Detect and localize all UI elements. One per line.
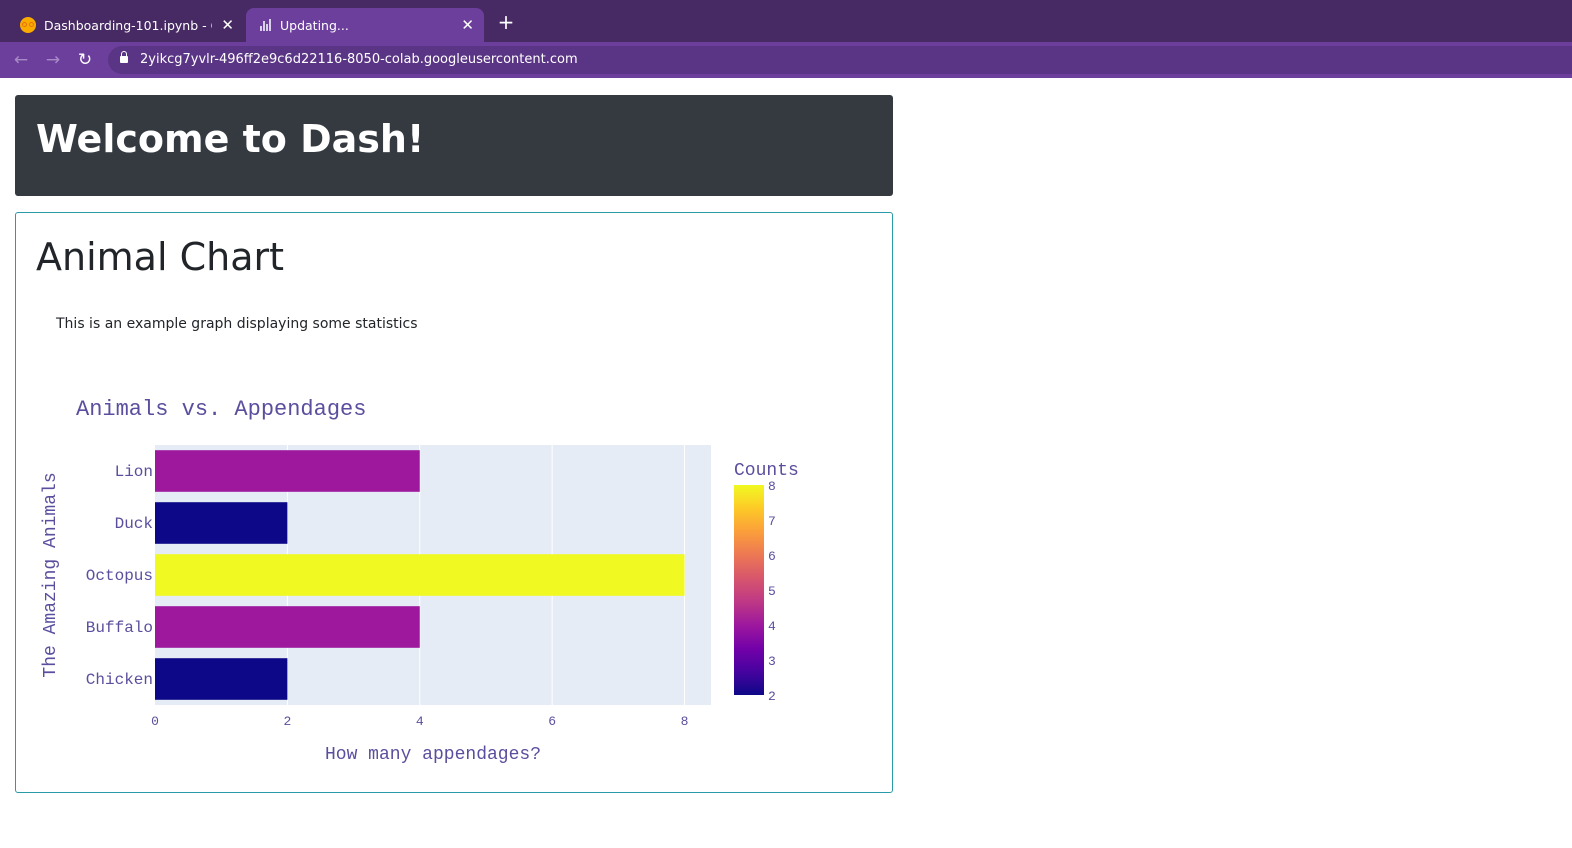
x-tick-labels: 0 2 4 6 8 — [151, 714, 688, 729]
x-tick-label: 2 — [283, 714, 291, 729]
y-tick-label: Duck — [115, 515, 153, 533]
bar-octopus[interactable] — [155, 554, 685, 596]
chart-title: Animals vs. Appendages — [76, 397, 366, 422]
bar-buffalo[interactable] — [155, 606, 420, 648]
x-tick-label: 6 — [548, 714, 556, 729]
y-tick-label: Chicken — [86, 671, 153, 689]
colorbar-tick-label: 7 — [768, 514, 776, 529]
new-tab-plus-icon[interactable]: + — [496, 12, 516, 32]
x-tick-label: 8 — [681, 714, 689, 729]
page-title: Welcome to Dash! — [36, 117, 425, 161]
browser-tab-strip: Dashboarding-101.ipynb - Colab ✕ Updatin… — [0, 0, 1572, 42]
lock-icon — [120, 51, 128, 63]
colorbar-tick-label: 8 — [768, 479, 776, 494]
x-tick-label: 4 — [416, 714, 424, 729]
chart-card: Animal Chart This is an example graph di… — [15, 212, 893, 793]
reload-icon[interactable]: ↻ — [75, 50, 95, 70]
card-description: This is an example graph displaying some… — [56, 316, 418, 332]
colorbar — [734, 485, 764, 695]
x-tick-label: 0 — [151, 714, 159, 729]
colorbar-tick-label: 3 — [768, 654, 776, 669]
bar-duck[interactable] — [155, 502, 288, 544]
y-tick-label: Octopus — [86, 567, 153, 585]
colorbar-title: Counts — [734, 461, 799, 481]
browser-toolbar: ← → ↻ 2yikcg7yvlr-496ff2e9c6d22116-8050-… — [0, 42, 1572, 78]
address-bar[interactable]: 2yikcg7yvlr-496ff2e9c6d22116-8050-colab.… — [108, 46, 1572, 74]
back-arrow-icon[interactable]: ← — [11, 50, 31, 70]
bar-chart[interactable]: Animals vs. Appendages Lion Duck Octopus Bu… — [36, 375, 856, 775]
x-axis-label: How many appendages? — [325, 745, 541, 765]
y-tick-labels: Lion Duck Octopus Buffalo Chicken — [86, 463, 153, 689]
dash-icon — [260, 19, 272, 31]
url-text[interactable]: 2yikcg7yvlr-496ff2e9c6d22116-8050-colab.… — [140, 52, 578, 67]
tab-colab-notebook[interactable]: Dashboarding-101.ipynb - Colab ✕ — [6, 8, 244, 42]
tab-title: Updating... — [280, 17, 349, 33]
close-icon[interactable]: ✕ — [461, 17, 474, 33]
y-axis-label: The Amazing Animals — [41, 472, 61, 677]
colorbar-tick-labels: 8 7 6 5 4 3 2 — [768, 479, 776, 704]
card-title: Animal Chart — [36, 235, 285, 279]
colab-icon — [20, 17, 36, 33]
jumbotron-header: Welcome to Dash! — [15, 95, 893, 196]
tab-dash-app[interactable]: Updating... ✕ — [246, 8, 484, 42]
colorbar-tick-label: 4 — [768, 619, 776, 634]
close-icon[interactable]: ✕ — [221, 17, 234, 33]
y-tick-label: Lion — [115, 463, 153, 481]
colorbar-tick-label: 2 — [768, 689, 776, 704]
tab-title: Dashboarding-101.ipynb - Colab — [44, 17, 212, 33]
colorbar-tick-label: 5 — [768, 584, 776, 599]
forward-arrow-icon[interactable]: → — [43, 50, 63, 70]
y-tick-label: Buffalo — [86, 619, 153, 637]
bar-chicken[interactable] — [155, 658, 288, 700]
bar-lion[interactable] — [155, 450, 420, 492]
colorbar-tick-label: 6 — [768, 549, 776, 564]
